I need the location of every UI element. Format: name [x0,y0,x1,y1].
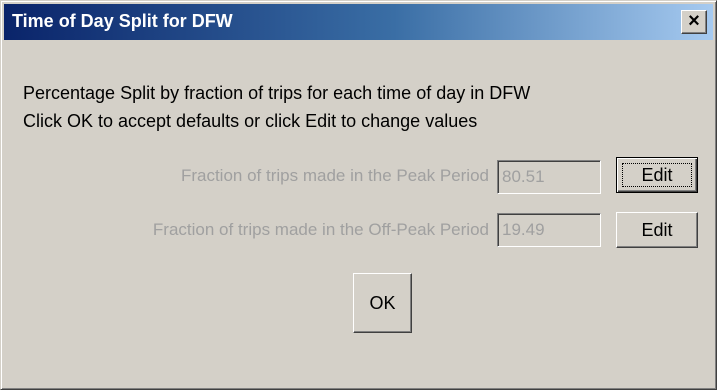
offpeak-fraction-field: 19.49 [497,213,601,247]
edit-offpeak-button[interactable]: Edit [616,212,698,248]
close-button[interactable]: × [681,10,707,34]
dialog-window: Time of Day Split for DFW × Percentage S… [0,0,717,390]
offpeak-fraction-label: Fraction of trips made in the Off-Peak P… [152,220,489,239]
title-bar[interactable]: Time of Day Split for DFW × [4,4,713,40]
ok-button[interactable]: OK [353,273,412,333]
window-title: Time of Day Split for DFW [12,11,233,31]
peak-fraction-label: Fraction of trips made in the Peak Perio… [180,166,489,185]
edit-peak-button-label: Edit [622,163,692,187]
description-line-1: Percentage Split by fraction of trips fo… [23,83,531,103]
edit-peak-button[interactable]: Edit [616,157,698,193]
peak-fraction-field: 80.51 [497,160,601,194]
description-line-2: Click OK to accept defaults or click Edi… [23,111,478,131]
close-icon: × [688,10,700,32]
